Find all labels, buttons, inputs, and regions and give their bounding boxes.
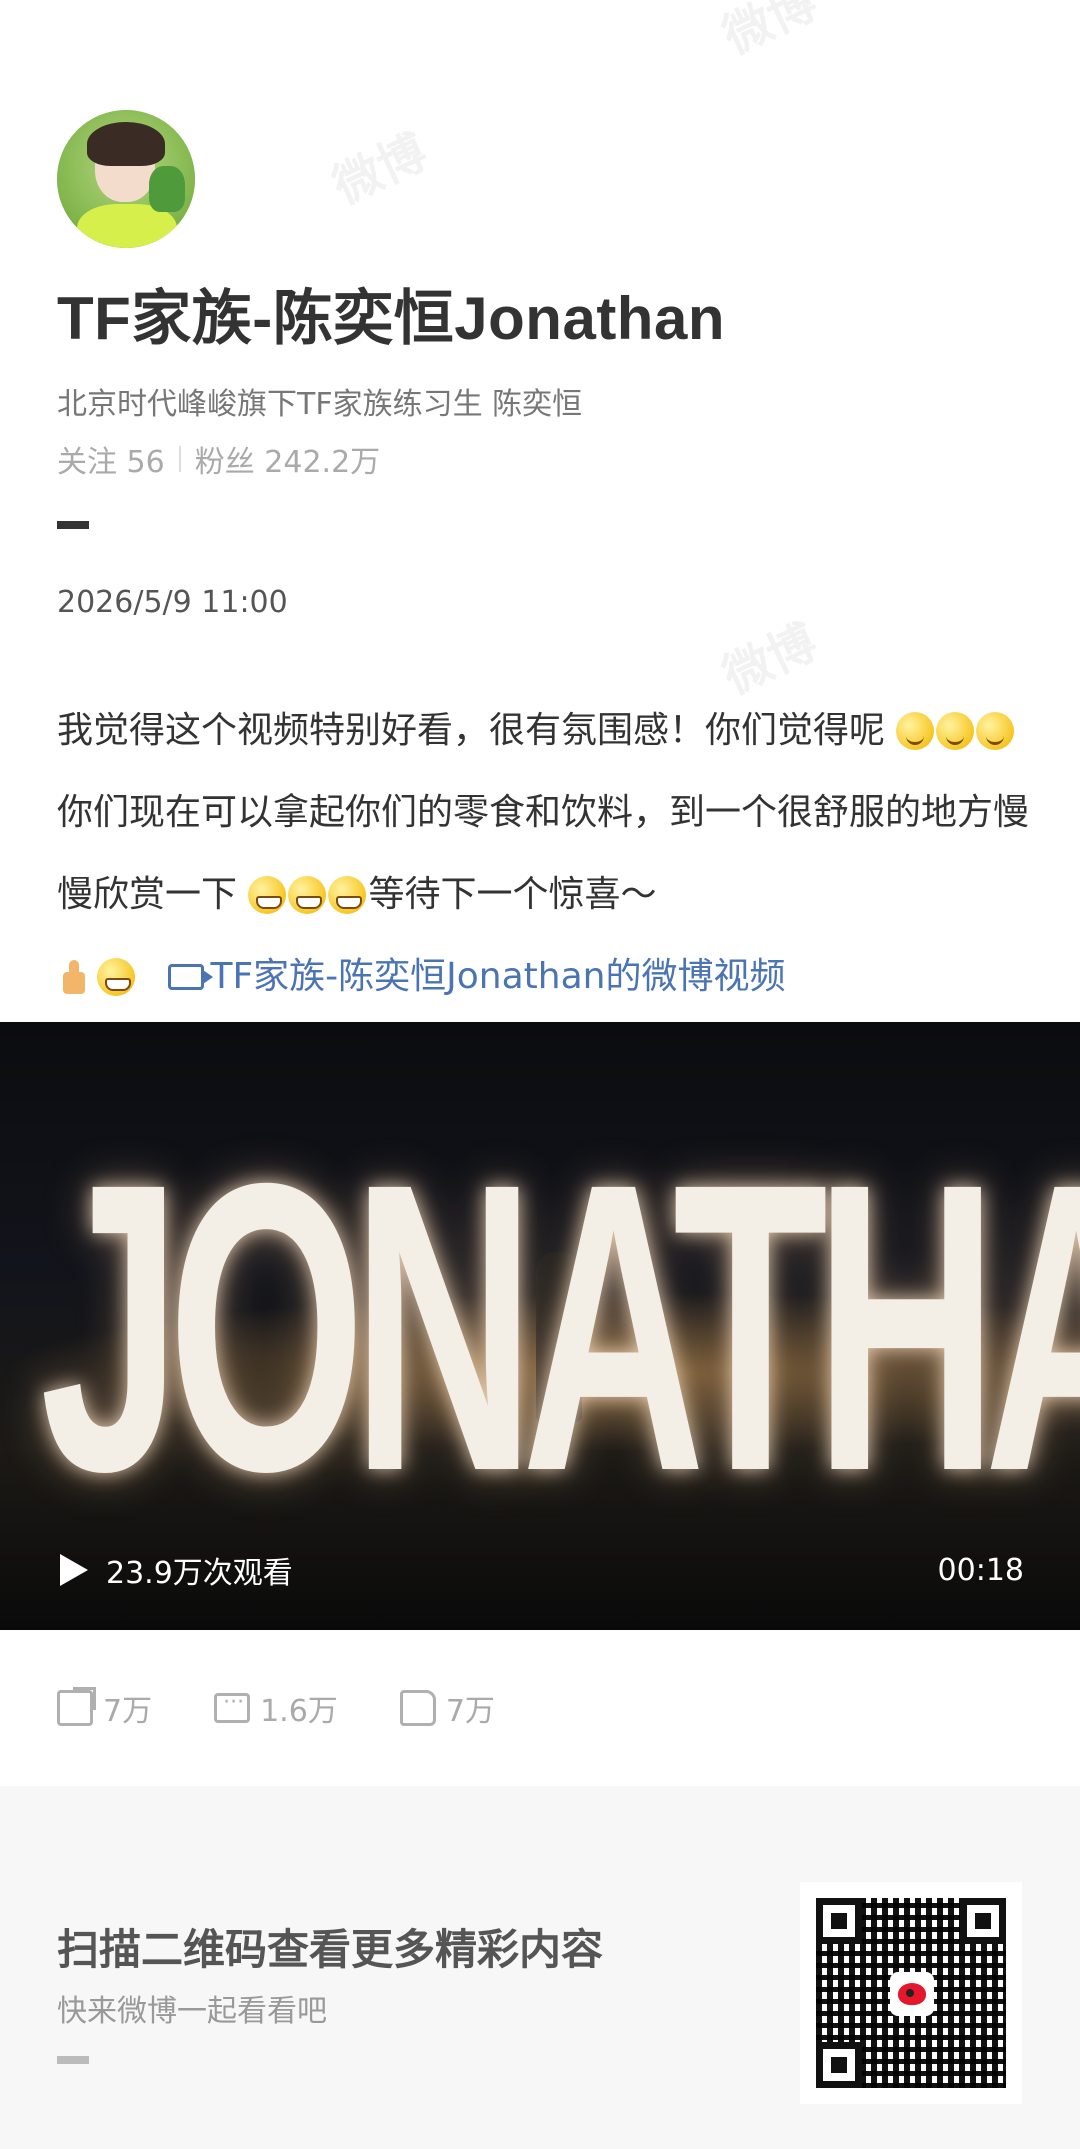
grin-emoji-icon <box>248 876 287 914</box>
smile-emoji-icon <box>936 712 975 750</box>
watermark: 微博 <box>714 0 826 66</box>
following-label: 关注 <box>57 445 117 480</box>
qr-title: 扫描二维码查看更多精彩内容 <box>57 1925 604 1974</box>
smile-emoji-icon <box>896 712 935 750</box>
profile-name[interactable]: TF家族-陈奕恒Jonathan <box>57 270 1037 357</box>
post-text-part-3: 等待下一个惊喜～ <box>368 874 657 915</box>
avatar[interactable] <box>57 110 195 248</box>
smile-emoji-icon <box>976 712 1015 750</box>
play-icon <box>60 1554 88 1586</box>
video-duration: 00:18 <box>937 1552 1024 1588</box>
section-divider <box>57 521 89 529</box>
post-datetime: 2026/5/9 11:00 <box>57 585 288 620</box>
play-control[interactable]: 23.9万次观看 <box>60 1548 293 1592</box>
share-button[interactable]: 7万 <box>57 1686 152 1730</box>
qr-code-icon[interactable] <box>800 1882 1022 2104</box>
action-bar: 7万 1.6万 7万 <box>57 1686 495 1730</box>
video-link[interactable]: TF家族-陈奕恒Jonathan的微博视频 <box>168 956 785 997</box>
grin-emoji-icon <box>97 958 135 996</box>
weibo-logo-icon <box>890 1972 934 2016</box>
comment-button[interactable]: 1.6万 <box>214 1686 338 1730</box>
divider <box>178 446 181 472</box>
profile-header: TF家族-陈奕恒Jonathan 北京时代峰峻旗下TF家族练习生 陈奕恒 关注 … <box>57 110 1037 620</box>
like-icon <box>399 1690 436 1726</box>
thumbs-up-emoji-icon <box>57 958 95 996</box>
profile-bio: 北京时代峰峻旗下TF家族练习生 陈奕恒 <box>57 387 583 422</box>
video-overlay: 23.9万次观看 00:18 <box>0 1510 1080 1630</box>
video-link-label: TF家族-陈奕恒Jonathan的微博视频 <box>210 956 786 997</box>
post-text-part-1: 我觉得这个视频特别好看，很有氛围感！你们觉得呢 <box>57 710 886 751</box>
post-text: 我觉得这个视频特别好看，很有氛围感！你们觉得呢 你们现在可以拿起你们的零食和饮料… <box>57 690 1037 1018</box>
footer-divider <box>57 2056 89 2064</box>
following-stat[interactable]: 关注 56 <box>57 437 165 481</box>
video-camera-icon <box>168 964 214 990</box>
qr-footer: 扫描二维码查看更多精彩内容 快来微博一起看看吧 <box>0 1786 1080 2149</box>
grin-emoji-icon <box>288 876 327 914</box>
share-count: 7万 <box>103 1694 153 1729</box>
like-button[interactable]: 7万 <box>399 1686 495 1730</box>
grin-emoji-icon <box>328 876 367 914</box>
like-count: 7万 <box>445 1694 495 1729</box>
followers-stat[interactable]: 粉丝 242.2万 <box>195 437 380 481</box>
video-title-art: JONATHAN <box>40 1098 1080 1556</box>
video-player[interactable]: JONATHAN 23.9万次观看 00:18 <box>0 1022 1080 1630</box>
view-count: 23.9万次观看 <box>106 1556 293 1591</box>
following-count: 56 <box>126 445 165 480</box>
followers-label: 粉丝 <box>194 445 255 480</box>
share-icon <box>57 1687 96 1726</box>
qr-subtitle: 快来微博一起看看吧 <box>57 1994 327 2029</box>
comment-count: 1.6万 <box>260 1694 338 1729</box>
comment-icon <box>214 1690 251 1723</box>
profile-stats: 关注 56 粉丝 242.2万 <box>57 437 1037 481</box>
followers-count: 242.2万 <box>264 445 381 480</box>
